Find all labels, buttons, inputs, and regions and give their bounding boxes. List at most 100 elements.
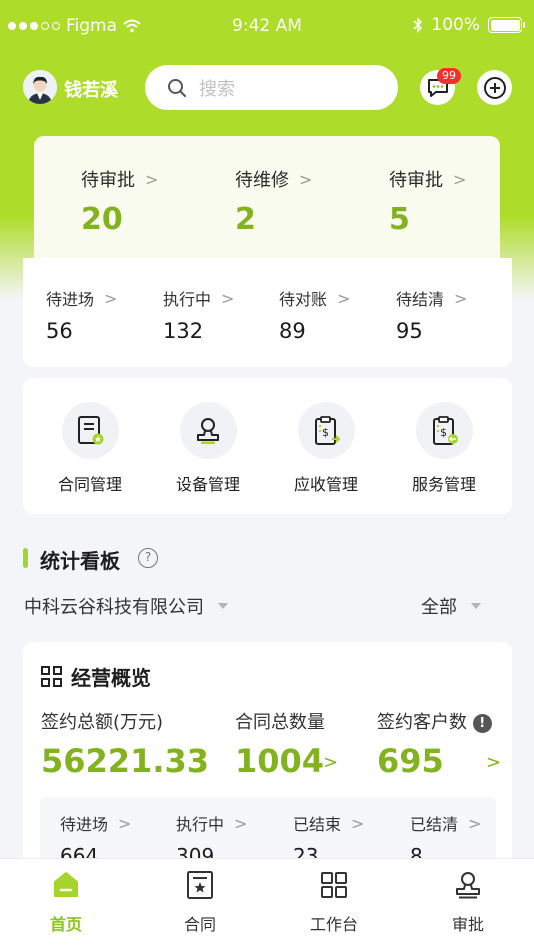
tab-workbench[interactable]: 工作台 <box>284 867 384 935</box>
add-button[interactable] <box>477 70 512 105</box>
mid-stat-label: 执行中 <box>163 290 212 309</box>
metric-label: 签约客户数 <box>377 712 467 733</box>
search-input[interactable]: 搜索 <box>145 65 398 110</box>
svg-text:$: $ <box>322 426 329 439</box>
grid-icon <box>284 867 384 903</box>
sub-stat-label: 已结清 <box>410 815 459 834</box>
stamp-icon <box>179 402 237 459</box>
chevron-right-icon: > <box>299 169 313 189</box>
function-label: 设备管理 <box>175 475 240 494</box>
tab-contract[interactable]: 合同 <box>150 867 250 935</box>
chevron-right-icon: > <box>221 288 235 308</box>
chevron-right-icon: > <box>118 813 132 833</box>
top-stat-label: 待审批 <box>389 170 443 191</box>
info-icon[interactable]: ! <box>472 713 492 733</box>
tab-label: 合同 <box>183 915 216 934</box>
chevron-right-icon: > <box>104 288 118 308</box>
metric-value: 56221.33 <box>41 742 210 780</box>
top-stat-value: 2 <box>235 202 256 237</box>
mid-stat-label: 待对账 <box>279 290 328 309</box>
company-name: 中科云谷科技有限公司 <box>24 597 204 618</box>
mid-stat-value: 89 <box>279 319 306 343</box>
search-icon <box>168 78 186 97</box>
stamp-icon <box>418 867 518 903</box>
chevron-right-icon: > <box>351 813 365 833</box>
receivable-clipboard-icon: $ <box>297 402 355 459</box>
equipment-management-button[interactable]: 设备管理 <box>153 402 263 495</box>
top-stat-value: 5 <box>389 202 410 237</box>
tab-label: 审批 <box>451 915 484 934</box>
status-right: 100% <box>413 15 525 35</box>
dropdown-triangle-icon <box>218 603 228 609</box>
top-stat-label: 待审批 <box>81 170 135 191</box>
section-accent-bar <box>23 548 28 568</box>
tab-label: 工作台 <box>309 915 358 934</box>
contract-management-button[interactable]: 合同管理 <box>35 402 145 495</box>
service-management-button[interactable]: $ 服务管理 <box>389 402 499 495</box>
tab-home[interactable]: 首页 <box>16 867 116 935</box>
metric-label: 签约总额(万元) <box>41 712 164 733</box>
metric-value-customers[interactable]: 695 <box>377 742 444 780</box>
home-icon <box>16 867 116 903</box>
metric-label-customers: 签约客户数 ! <box>377 708 492 734</box>
tab-approval[interactable]: 审批 <box>418 867 518 935</box>
help-icon[interactable]: ? <box>138 548 158 568</box>
mid-stat-item[interactable]: 待结清 > 95 <box>396 286 468 344</box>
user-name[interactable]: 钱若溪 <box>64 76 118 102</box>
status-bar: Figma 9:42 AM 100% <box>0 0 534 54</box>
function-label: 服务管理 <box>411 475 476 494</box>
chevron-right-icon: > <box>234 813 248 833</box>
chevron-right-icon[interactable]: > <box>486 752 501 773</box>
battery-label: 100% <box>431 15 480 35</box>
function-label: 应收管理 <box>293 475 358 494</box>
chevron-right-icon: > <box>454 288 468 308</box>
mid-stat-item[interactable]: 执行中 > 132 <box>163 286 235 344</box>
company-dropdown[interactable]: 中科云谷科技有限公司 <box>24 593 228 619</box>
mid-stat-label: 待进场 <box>46 290 95 309</box>
svg-text:$: $ <box>440 426 447 439</box>
top-stat-approval[interactable]: 待审批 > 20 <box>81 166 159 238</box>
status-summary-card: 待进场 > 56 执行中 > 132 待对账 > 89 待结清 > 95 <box>23 258 512 367</box>
mid-stat-item[interactable]: 待进场 > 56 <box>46 286 118 344</box>
chevron-right-icon[interactable]: > <box>323 752 338 773</box>
overview-title: 经营概览 <box>71 666 151 690</box>
mid-stat-value: 132 <box>163 319 204 343</box>
metric-value-contracts[interactable]: 1004 <box>235 742 324 780</box>
function-label: 合同管理 <box>57 475 122 494</box>
top-stat-repair[interactable]: 待维修 > 2 <box>235 166 313 238</box>
pending-summary-card: 待审批 > 20 待维修 > 2 待审批 > 5 <box>34 136 500 261</box>
battery-icon <box>488 17 525 33</box>
section-title: 统计看板 <box>40 549 120 573</box>
search-placeholder: 搜索 <box>199 78 235 100</box>
chevron-right-icon: > <box>453 169 467 189</box>
avatar[interactable] <box>23 70 57 104</box>
dropdown-triangle-icon <box>471 603 481 609</box>
top-stat-value: 20 <box>81 202 123 237</box>
tab-label: 首页 <box>49 915 82 934</box>
mid-stat-value: 56 <box>46 319 73 343</box>
service-clipboard-icon: $ <box>415 402 473 459</box>
sub-stat-label: 已结束 <box>293 815 342 834</box>
top-stat-label: 待维修 <box>235 170 289 191</box>
sub-stat-label: 待进场 <box>60 815 109 834</box>
avatar-icon <box>23 70 57 104</box>
grid-icon <box>41 666 62 687</box>
top-stat-approval-2[interactable]: 待审批 > 5 <box>389 166 467 238</box>
contract-icon <box>150 867 250 903</box>
sub-stat-label: 执行中 <box>176 815 225 834</box>
overview-title-row: 经营概览 <box>41 662 151 691</box>
chevron-right-icon: > <box>468 813 482 833</box>
chevron-right-icon: > <box>145 169 159 189</box>
receivable-management-button[interactable]: $ 应收管理 <box>271 402 381 495</box>
message-badge: 99 <box>437 68 461 84</box>
function-shortcuts-card: 合同管理 设备管理 $ 应收管理 $ 服务管理 <box>23 378 512 514</box>
mid-stat-item[interactable]: 待对账 > 89 <box>279 286 351 344</box>
mid-stat-value: 95 <box>396 319 423 343</box>
mid-stat-label: 待结清 <box>396 290 445 309</box>
bluetooth-icon <box>413 17 423 33</box>
metric-label: 合同总数量 <box>235 712 325 733</box>
chevron-right-icon: > <box>337 288 351 308</box>
contract-doc-icon <box>61 402 119 459</box>
scope-dropdown[interactable]: 全部 <box>421 593 481 619</box>
bottom-tab-bar: 首页 合同 工作台 审批 <box>0 858 534 950</box>
